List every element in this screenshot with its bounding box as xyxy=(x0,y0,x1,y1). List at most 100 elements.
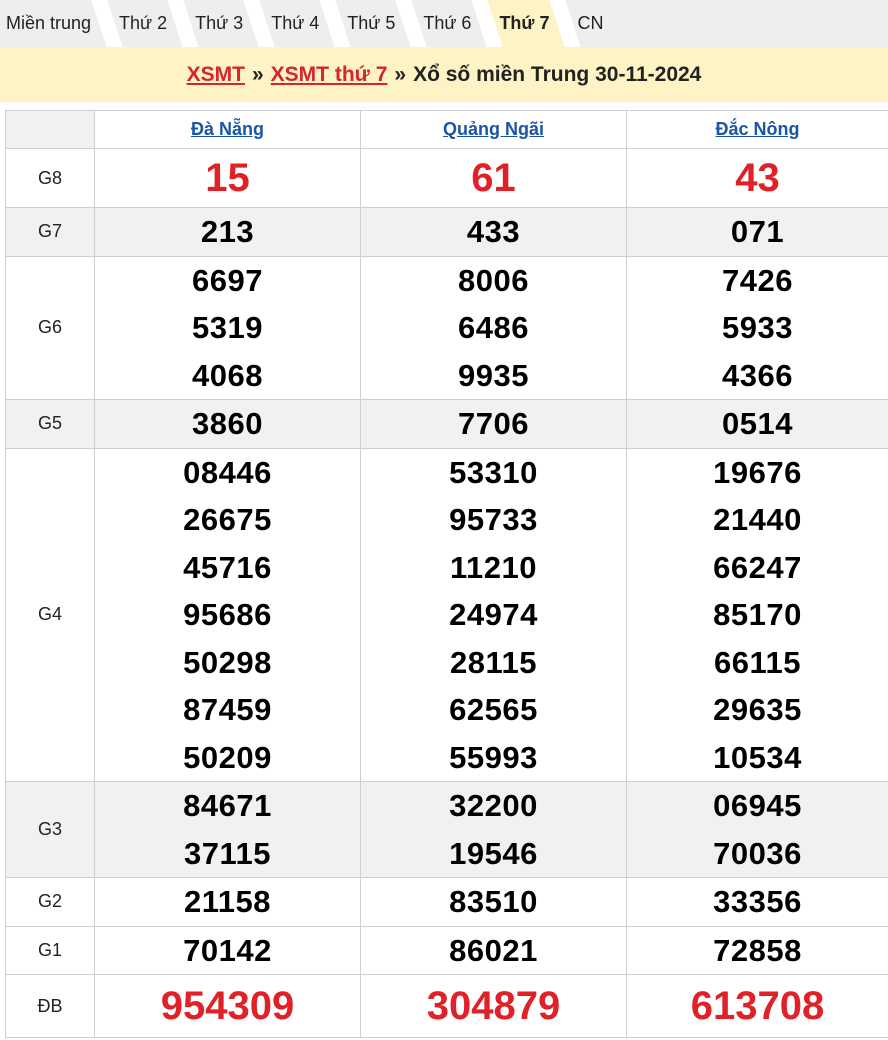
prize-number: 70142 xyxy=(183,932,272,968)
prize-cell: 61 xyxy=(360,148,627,208)
results-table: Đà Nẵng Quảng Ngãi Đắc Nông G8 15 61 43 G7 21… xyxy=(5,110,888,1038)
prize-cell: 86021 xyxy=(360,925,627,975)
prize-label: G5 xyxy=(5,399,95,449)
table-header-row: Đà Nẵng Quảng Ngãi Đắc Nông xyxy=(5,110,888,149)
prize-row: G6 6697 5319 4068 8006 6486 9935 7426 5933 4366 xyxy=(5,255,888,400)
prize-number: 21158 xyxy=(184,884,271,919)
prize-cell: 7426 5933 4366 xyxy=(626,255,888,400)
xsmt-link[interactable]: XSMT xyxy=(187,63,245,87)
tab-mien-trung[interactable]: Miền trung xyxy=(0,0,107,47)
g8-number: 61 xyxy=(471,156,516,200)
prize-cell: 06945 70036 xyxy=(626,781,888,878)
xsmt-thu-7-link[interactable]: XSMT thứ 7 xyxy=(271,63,388,87)
prize-cell: 21158 xyxy=(94,877,361,927)
prize-cell: 0514 xyxy=(626,399,888,449)
breadcrumb-separator: » xyxy=(251,62,264,86)
header-empty-cell xyxy=(5,110,95,149)
province-header: Đắc Nông xyxy=(626,110,888,149)
prize-cell: 43 xyxy=(626,148,888,208)
prize-row: G5 3860 7706 0514 xyxy=(5,399,888,449)
prize-number: 213 xyxy=(200,214,255,249)
prize-cell: 433 xyxy=(360,207,627,257)
prize-label: G8 xyxy=(5,148,95,208)
special-prize-number: 613708 xyxy=(690,984,825,1028)
prize-row: G1 70142 86021 72858 xyxy=(5,925,888,975)
results-title: Xổ số miền Trung 30-11-2024 xyxy=(413,62,702,86)
prize-row: G4 08446 26675 45716 95686 50298 87459 50209 533… xyxy=(5,447,888,782)
prize-number: 3860 xyxy=(192,406,263,441)
prize-number: 50298 xyxy=(183,644,272,680)
prize-number: 19676 xyxy=(713,454,802,490)
prize-number: 45716 xyxy=(183,549,272,585)
prize-number: 10534 xyxy=(713,739,802,775)
prize-row: G3 84671 37115 32200 19546 06945 70036 xyxy=(5,781,888,878)
prize-number: 33356 xyxy=(713,884,802,919)
prize-cell: 071 xyxy=(626,207,888,257)
prize-number: 62565 xyxy=(449,692,538,727)
prize-cell: 8006 6486 9935 xyxy=(360,255,627,400)
prize-row: G7 213 433 071 xyxy=(5,207,888,257)
prize-row: G8 15 61 43 xyxy=(5,148,888,208)
prize-cell: 6697 5319 4068 xyxy=(94,255,361,400)
breadcrumb-separator: » xyxy=(394,62,407,86)
prize-number: 28115 xyxy=(450,644,537,680)
prize-cell: 83510 xyxy=(360,877,627,927)
prize-number: 87459 xyxy=(183,692,272,727)
prize-number: 55993 xyxy=(449,739,538,775)
prize-number: 66247 xyxy=(713,549,802,585)
prize-cell: 213 xyxy=(94,207,361,257)
prize-cell: 72858 xyxy=(626,925,888,975)
prize-cell: 19676 21440 66247 85170 66115 29635 10534 xyxy=(626,447,888,782)
prize-number: 11210 xyxy=(450,549,537,585)
prize-number: 08446 xyxy=(183,454,272,490)
prize-cell: 32200 19546 xyxy=(360,781,627,878)
prize-number: 7706 xyxy=(458,406,529,441)
province-link-dac-nong[interactable]: Đắc Nông xyxy=(715,119,799,139)
prize-number: 53310 xyxy=(449,454,538,490)
prize-cell: 70142 xyxy=(94,925,361,975)
prize-number: 66115 xyxy=(714,644,801,680)
prize-number: 8006 xyxy=(458,262,529,298)
prize-number: 9935 xyxy=(458,357,529,393)
prize-cell: 15 xyxy=(94,148,361,208)
prize-number: 19546 xyxy=(449,835,538,871)
prize-cell: 53310 95733 11210 24974 28115 62565 55993 xyxy=(360,447,627,782)
prize-number: 50209 xyxy=(183,739,272,775)
prize-row: ĐB 954309 304879 613708 xyxy=(5,974,888,1038)
prize-number: 433 xyxy=(466,214,521,249)
prize-number: 5933 xyxy=(722,310,793,345)
prize-number: 24974 xyxy=(449,597,538,632)
g8-number: 43 xyxy=(735,156,780,200)
province-link-da-nang[interactable]: Đà Nẵng xyxy=(191,119,264,139)
province-link-quang-ngai[interactable]: Quảng Ngãi xyxy=(443,119,544,139)
prize-cell: 7706 xyxy=(360,399,627,449)
prize-cell: 84671 37115 xyxy=(94,781,361,878)
prize-cell: 3860 xyxy=(94,399,361,449)
prize-label: G2 xyxy=(5,877,95,927)
prize-label: G3 xyxy=(5,781,95,878)
prize-label: G4 xyxy=(5,447,95,782)
special-prize-number: 304879 xyxy=(426,984,561,1028)
prize-cell: 304879 xyxy=(360,974,627,1038)
prize-number: 84671 xyxy=(183,788,272,823)
prize-number: 6697 xyxy=(192,262,263,298)
prize-number: 071 xyxy=(730,214,785,249)
prize-number: 21440 xyxy=(713,502,802,537)
day-tabs: Miền trung Thứ 2 Thứ 3 Thứ 4 Thứ 5 Thứ 6… xyxy=(0,0,888,47)
prize-cell: 613708 xyxy=(626,974,888,1038)
prize-number: 83510 xyxy=(449,884,538,919)
prize-number: 32200 xyxy=(449,788,538,823)
prize-cell: 33356 xyxy=(626,877,888,927)
prize-number: 06945 xyxy=(713,788,802,823)
prize-number: 0514 xyxy=(722,406,793,441)
prize-label: G7 xyxy=(5,207,95,257)
prize-number: 5319 xyxy=(192,310,263,345)
prize-label: G6 xyxy=(5,255,95,400)
prize-number: 4366 xyxy=(722,357,793,393)
prize-cell: 08446 26675 45716 95686 50298 87459 50209 xyxy=(94,447,361,782)
prize-number: 86021 xyxy=(449,932,538,968)
prize-row: G2 21158 83510 33356 xyxy=(5,877,888,927)
province-header: Quảng Ngãi xyxy=(360,110,627,149)
prize-number: 29635 xyxy=(713,692,802,727)
prize-number: 85170 xyxy=(713,597,802,632)
